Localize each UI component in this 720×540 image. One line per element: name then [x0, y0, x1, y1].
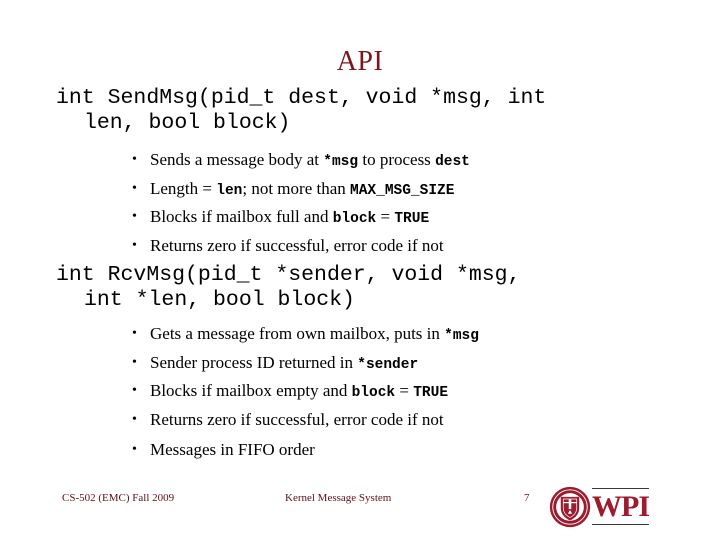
- list-item-text: Sends a message body at: [150, 150, 324, 169]
- list-item-text: to process: [358, 150, 436, 169]
- footer-page-number: 7: [524, 492, 530, 504]
- inline-code: block: [332, 211, 377, 227]
- wpi-rule-bottom: [592, 524, 649, 525]
- list-item-text: Messages in FIFO order: [150, 440, 315, 459]
- list-item-text: Gets a message from own mailbox, puts in: [150, 324, 445, 343]
- list-item: Blocks if mailbox full and block = TRUE: [131, 204, 651, 233]
- rcvmsg-signature-line2: int *len, bool block): [84, 288, 355, 312]
- wpi-wordmark: WPI: [592, 490, 650, 523]
- list-item-text: =: [395, 381, 414, 400]
- list-item-text: Sender process ID returned in: [150, 352, 358, 372]
- page-title: API: [336, 46, 384, 77]
- inline-code: block: [351, 385, 396, 401]
- list-item-text: Returns zero if successful, error code i…: [150, 235, 444, 255]
- rcvmsg-signature: int RcvMsg(pid_t *sender, void *msg, int …: [56, 263, 656, 313]
- footer-topic: Kernel Message System: [285, 492, 392, 504]
- slide: API int SendMsg(pid_t dest, void *msg, i…: [0, 0, 720, 540]
- list-item-text: =: [376, 207, 395, 226]
- fifo-bullet-list: Messages in FIFO order: [131, 437, 651, 463]
- wpi-seal-icon: [549, 486, 591, 528]
- inline-code: len: [216, 182, 243, 199]
- list-item-text: Length =: [150, 178, 217, 198]
- inline-code: *msg: [444, 328, 479, 344]
- list-item: Length = len; not more than MAX_MSG_SIZE: [131, 176, 651, 205]
- list-item: Sends a message body at *msg to process …: [131, 147, 651, 176]
- wpi-logo: WPI: [549, 482, 650, 532]
- inline-code: dest: [435, 154, 470, 170]
- rcvmsg-signature-line1: int RcvMsg(pid_t *sender, void *msg,: [56, 263, 521, 287]
- list-item-text: ; not more than: [242, 178, 351, 198]
- list-item: Gets a message from own mailbox, puts in…: [131, 321, 651, 350]
- list-item: Returns zero if successful, error code i…: [131, 407, 651, 433]
- sendmsg-bullet-list: Sends a message body at *msg to process …: [131, 147, 651, 258]
- sendmsg-signature: int SendMsg(pid_t dest, void *msg, int le…: [56, 86, 656, 136]
- footer-course: CS-502 (EMC) Fall 2009: [62, 492, 175, 504]
- sendmsg-signature-line1: int SendMsg(pid_t dest, void *msg, int: [56, 86, 547, 110]
- list-item: Messages in FIFO order: [131, 437, 651, 463]
- inline-code: *msg: [323, 154, 359, 170]
- sendmsg-signature-line2: len, bool block): [84, 111, 291, 135]
- rcvmsg-bullet-list: Gets a message from own mailbox, puts in…: [131, 321, 651, 432]
- wpi-rule-top: [592, 488, 649, 489]
- list-item-text: Blocks if mailbox empty and: [150, 381, 352, 400]
- inline-code: TRUE: [413, 385, 449, 401]
- list-item: Sender process ID returned in *sender: [131, 350, 651, 379]
- list-item-text: Blocks if mailbox full and: [150, 207, 333, 226]
- inline-code: *sender: [357, 356, 419, 373]
- inline-code: MAX_MSG_SIZE: [350, 182, 455, 199]
- list-item: Returns zero if successful, error code i…: [131, 233, 651, 259]
- list-item-text: Returns zero if successful, error code i…: [150, 409, 444, 429]
- list-item: Blocks if mailbox empty and block = TRUE: [131, 378, 651, 407]
- inline-code: TRUE: [394, 211, 430, 227]
